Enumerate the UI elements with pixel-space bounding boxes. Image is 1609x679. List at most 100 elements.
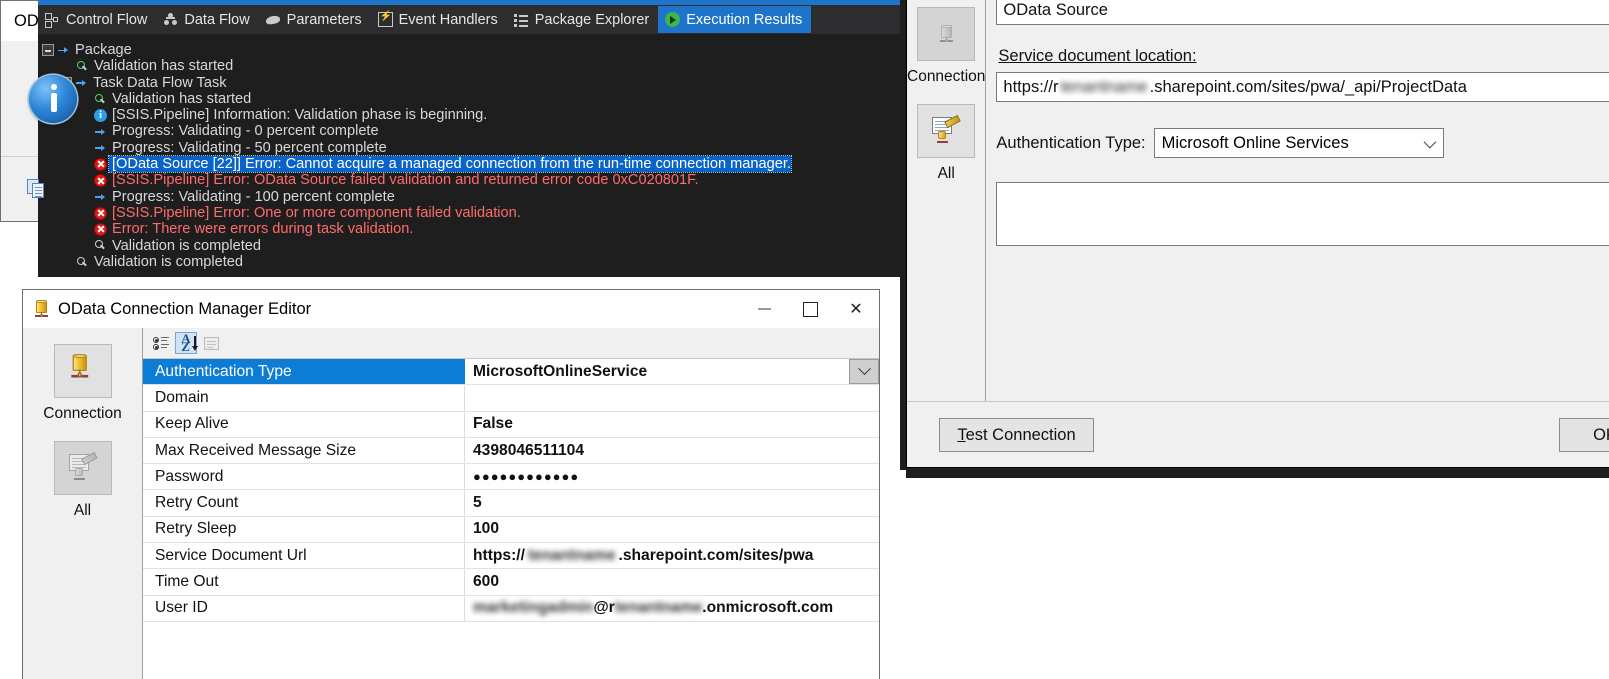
tree-row[interactable]: Validation has started	[38, 58, 900, 74]
property-value[interactable]: 100	[465, 517, 879, 542]
arrow-icon	[75, 76, 88, 89]
tree-row[interactable]: Validation is completed	[38, 254, 900, 270]
property-value[interactable]: marketingadmin @r tenantname .onmicrosof…	[465, 596, 879, 621]
authentication-type-select[interactable]: Microsoft Online Services	[1153, 128, 1444, 158]
tree-row-label: Progress: Validating - 50 percent comple…	[112, 139, 387, 156]
tab-label: Data Flow	[184, 11, 250, 28]
property-value[interactable]: https:// tenantname .sharepoint.com/site…	[465, 543, 879, 568]
property-row[interactable]: Domain	[143, 385, 879, 412]
minimize-button[interactable]	[741, 290, 787, 328]
tab-data-flow[interactable]: Data Flow	[156, 6, 258, 33]
nav-button-connection[interactable]	[917, 7, 976, 61]
close-glyph: ✕	[849, 301, 863, 318]
copy-to-clipboard-icon[interactable]	[27, 179, 47, 199]
nav-button-all[interactable]	[53, 441, 112, 495]
tree-row-label: [SSIS.Pipeline] Error: OData Source fail…	[112, 172, 699, 189]
property-value[interactable]: MicrosoftOnlineService	[465, 359, 879, 385]
categorized-button[interactable]	[150, 332, 172, 354]
dropdown-button[interactable]	[849, 359, 879, 385]
tree-row[interactable]: Error: There were errors during task val…	[38, 221, 900, 237]
property-pages-button[interactable]	[200, 332, 222, 354]
property-value[interactable]	[465, 385, 879, 410]
validation-icon	[76, 60, 89, 73]
arrow-icon	[57, 44, 70, 57]
collapse-icon[interactable]	[42, 44, 54, 57]
ok-button[interactable]: OK	[1559, 418, 1609, 452]
alphabetical-button[interactable]: AZ	[175, 332, 197, 354]
tab-label: Execution Results	[686, 11, 803, 28]
service-doc-redacted: tenantname	[1060, 77, 1148, 96]
nav-label-connection: Connection	[43, 405, 122, 422]
error-icon	[94, 206, 107, 220]
tree-row[interactable]: Validation is completed	[38, 238, 900, 254]
information-icon	[29, 74, 77, 123]
connection-manager-name-input[interactable]: OData Source	[996, 0, 1609, 25]
property-value[interactable]: 5	[465, 490, 879, 515]
tree-row[interactable]: [SSIS.Pipeline] Error: OData Source fail…	[38, 172, 900, 188]
tab-package-explorer[interactable]: Package Explorer	[507, 6, 658, 33]
main-form: OData Source Service document location: …	[986, 0, 1609, 467]
tree-row-label: Progress: Validating - 0 percent complet…	[112, 123, 379, 140]
error-icon	[94, 174, 107, 188]
property-value[interactable]: 600	[465, 569, 879, 594]
tree-row[interactable]: Package	[38, 42, 900, 58]
tree-row[interactable]: Task Data Flow Task	[38, 75, 900, 91]
tab-parameters[interactable]: Parameters	[259, 6, 371, 33]
property-value[interactable]: 4398046511104	[465, 438, 879, 463]
tree-row[interactable]: [SSIS.Pipeline] Information: Validation …	[38, 107, 900, 123]
odata-connection-manager-properties-window: OData Connection Manager Editor ✕ Connec…	[22, 289, 880, 679]
property-row[interactable]: User ID marketingadmin @r tenantname .on…	[143, 595, 879, 622]
tab-event-handlers[interactable]: Event Handlers	[371, 6, 507, 33]
tree-row-label: [SSIS.Pipeline] Information: Validation …	[112, 107, 488, 124]
validation-done-icon	[94, 239, 107, 252]
nav-label-connection: Connection	[907, 68, 986, 85]
property-row[interactable]: Authentication Type MicrosoftOnlineServi…	[143, 359, 879, 386]
authentication-type-value: Microsoft Online Services	[1161, 133, 1349, 152]
all-properties-icon	[930, 114, 962, 146]
all-properties-icon	[67, 451, 99, 483]
properties-body: Connection All A Z Authentication Type M…	[23, 328, 879, 679]
authentication-type-label: Authentication Type:	[996, 133, 1146, 152]
connection-jar-icon	[68, 354, 97, 388]
tree-row[interactable]: [SSIS.Pipeline] Error: One or more compo…	[38, 205, 900, 221]
property-row[interactable]: Time Out 600	[143, 569, 879, 596]
tab-execution-results[interactable]: Execution Results	[658, 6, 812, 33]
service-document-location-input[interactable]: https://r tenantname .sharepoint.com/sit…	[996, 72, 1609, 102]
execution-results-tree[interactable]: Package Validation has started Task Data…	[38, 42, 900, 270]
tree-row-selected[interactable]: [OData Source [22]] Error: Cannot acquir…	[38, 155, 900, 174]
property-row[interactable]: Service Document Url https:// tenantname…	[143, 543, 879, 570]
property-value-tail-2: .onmicrosoft.com	[702, 599, 834, 617]
validation-icon	[94, 93, 107, 106]
property-row[interactable]: Retry Sleep 100	[143, 516, 879, 544]
tree-row-label: [OData Source [22]] Error: Cannot acquir…	[108, 155, 792, 174]
property-value-redacted: marketingadmin	[473, 599, 594, 617]
service-document-location-label-text: Service document location:	[998, 47, 1197, 65]
tree-row[interactable]: Progress: Validating - 0 percent complet…	[38, 123, 900, 139]
property-name: Service Document Url	[143, 543, 465, 569]
validation-done-icon	[76, 256, 89, 269]
information-icon	[94, 107, 107, 123]
property-row[interactable]: Retry Count 5	[143, 490, 879, 517]
property-name: Password	[143, 464, 465, 490]
maximize-button[interactable]	[787, 290, 833, 328]
authentication-type-row: Authentication Type: Microsoft Online Se…	[996, 128, 1609, 158]
property-value[interactable]: ●●●●●●●●●●●●	[465, 464, 879, 489]
property-value[interactable]: False	[465, 412, 879, 437]
tree-row[interactable]: Progress: Validating - 100 percent compl…	[38, 189, 900, 205]
property-row[interactable]: Password ●●●●●●●●●●●●	[143, 464, 879, 491]
close-icon[interactable]: ✕	[833, 290, 879, 328]
nav-button-connection[interactable]	[53, 344, 112, 398]
test-connection-button[interactable]: Test Connection	[939, 418, 1094, 452]
nav-button-all[interactable]	[917, 104, 976, 158]
main-dialog-footer: Test Connection OK	[907, 401, 1609, 467]
tree-row[interactable]: Progress: Validating - 50 percent comple…	[38, 140, 900, 156]
properties-nav-pane: Connection All	[23, 328, 143, 679]
tab-control-flow[interactable]: Control Flow	[38, 6, 156, 33]
property-row[interactable]: Keep Alive False	[143, 411, 879, 438]
properties-window-title: OData Connection Manager Editor	[58, 299, 312, 318]
property-row[interactable]: Max Received Message Size 4398046511104	[143, 437, 879, 465]
tree-row[interactable]: Validation has started	[38, 91, 900, 107]
connection-manager-name-value: OData Source	[1003, 0, 1108, 19]
property-grid[interactable]: Authentication Type MicrosoftOnlineServi…	[143, 358, 879, 679]
error-icon	[94, 222, 107, 236]
